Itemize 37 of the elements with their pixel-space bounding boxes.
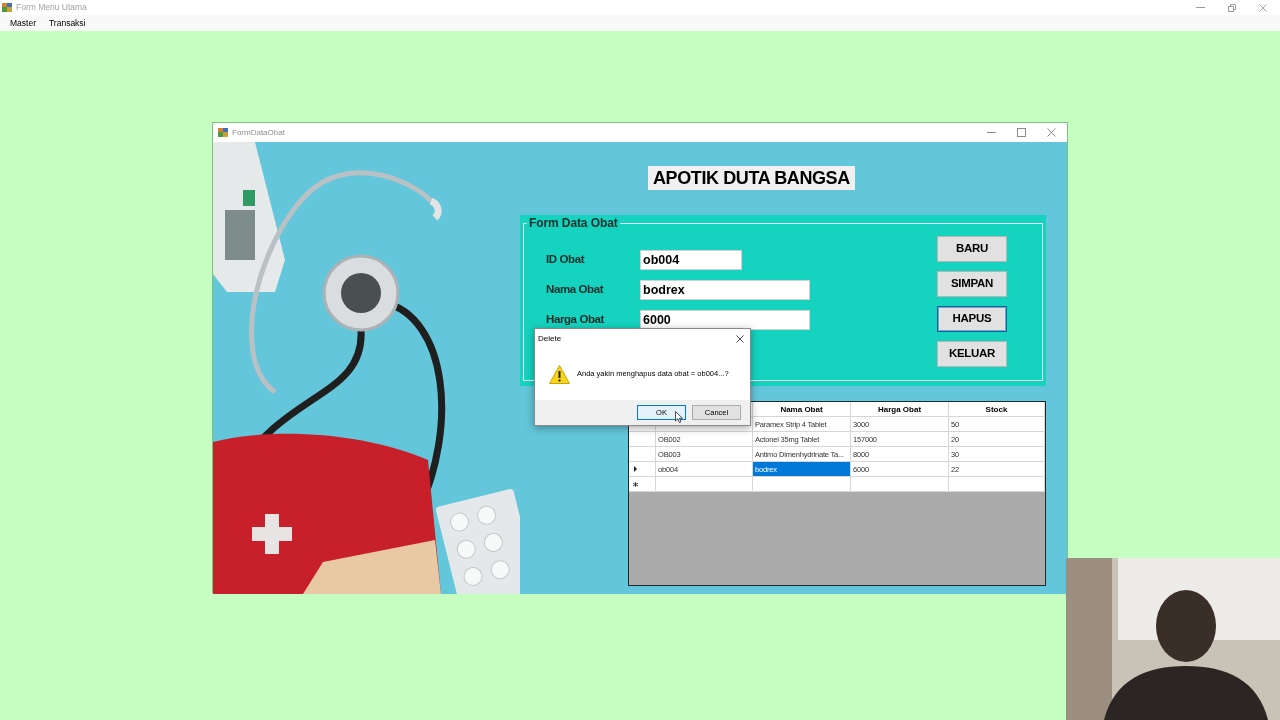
- table-cell[interactable]: [851, 477, 949, 492]
- window-title: Form Menu Utama: [16, 1, 87, 14]
- app-icon: [218, 128, 228, 137]
- text-field[interactable]: ob004: [640, 250, 742, 270]
- column-header[interactable]: Nama Obat: [753, 402, 851, 417]
- row-header-cell[interactable]: [629, 432, 656, 447]
- dialog-title: Delete: [538, 332, 562, 345]
- column-header[interactable]: Stock: [949, 402, 1045, 417]
- table-cell[interactable]: [753, 477, 851, 492]
- field-label: Nama Obat: [546, 282, 605, 298]
- table-cell[interactable]: [656, 477, 753, 492]
- app-heading: APOTIK DUTA BANGSA: [648, 166, 855, 190]
- new-row-icon: [633, 481, 638, 487]
- row-header-cell[interactable]: [629, 477, 656, 492]
- form-button[interactable]: HAPUS: [937, 306, 1007, 332]
- form-button[interactable]: KELUAR: [937, 341, 1007, 367]
- form-button[interactable]: BARU: [937, 236, 1007, 262]
- close-icon[interactable]: [736, 334, 744, 343]
- app-icon: [2, 3, 12, 12]
- field-label: Harga Obat: [546, 312, 605, 328]
- menu-item[interactable]: Transaksi: [45, 15, 90, 31]
- form-button[interactable]: SIMPAN: [937, 271, 1007, 297]
- restore-icon[interactable]: [1228, 3, 1236, 12]
- current-row-icon: [634, 466, 637, 472]
- row-header-cell[interactable]: [629, 462, 656, 477]
- window-title: FormDataObat: [232, 126, 285, 139]
- maximize-icon[interactable]: [1017, 128, 1026, 137]
- column-header[interactable]: Harga Obat: [851, 402, 949, 417]
- group-title: Form Data Obat: [528, 215, 619, 231]
- text-field[interactable]: bodrex: [640, 280, 810, 300]
- table-cell[interactable]: [949, 477, 1045, 492]
- row-header-cell[interactable]: [629, 447, 656, 462]
- field-label: ID Obat: [546, 252, 586, 268]
- text-field[interactable]: 6000: [640, 310, 810, 330]
- mouse-pointer-icon: [675, 411, 683, 423]
- warning-icon: [549, 364, 570, 384]
- menu-item[interactable]: Master: [6, 15, 40, 31]
